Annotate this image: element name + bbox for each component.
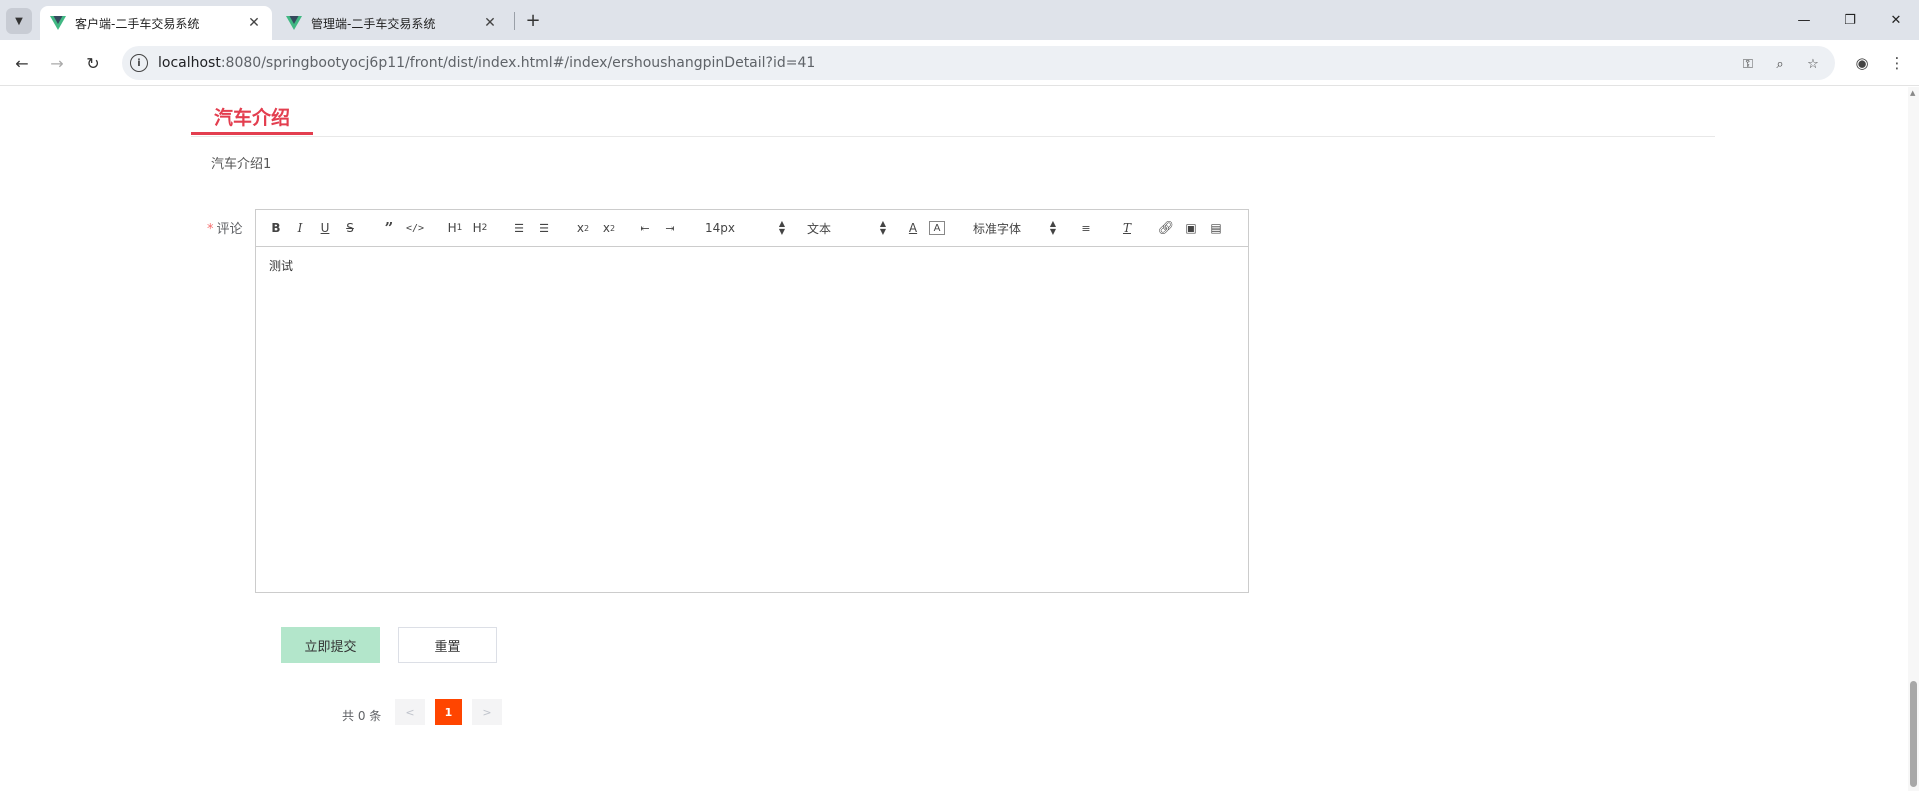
- image-icon[interactable]: ▣: [1183, 219, 1199, 237]
- tab-divider: [514, 12, 515, 30]
- font-size-select[interactable]: 14px ▲ ▼: [705, 219, 785, 237]
- select-caret-icon: ▲ ▼: [879, 219, 886, 236]
- arrow-left-icon: ←: [15, 53, 29, 73]
- tab-search-button[interactable]: ▼: [6, 8, 32, 34]
- italic-icon[interactable]: I: [293, 219, 307, 237]
- editor-content-area[interactable]: 测试: [256, 247, 1248, 284]
- new-tab-button[interactable]: +: [520, 8, 546, 32]
- reload-button[interactable]: ↻: [79, 49, 107, 77]
- page-scrollbar[interactable]: ▲: [1908, 87, 1919, 791]
- submit-button[interactable]: 立即提交: [281, 627, 380, 663]
- required-mark: *: [207, 222, 214, 237]
- bookmark-star-icon[interactable]: ☆: [1803, 54, 1823, 74]
- superscript-icon[interactable]: x2: [600, 219, 618, 237]
- vue-logo-icon: [50, 16, 66, 30]
- minimize-button[interactable]: —: [1781, 0, 1827, 40]
- tab-admin[interactable]: 管理端-二手车交易系统 ✕: [276, 6, 508, 40]
- comment-label-text: 评论: [216, 222, 243, 237]
- align-left-icon[interactable]: ≡: [1078, 219, 1094, 237]
- browser-menu-button[interactable]: ⋮: [1884, 50, 1910, 76]
- pagination-prev-button[interactable]: <: [395, 699, 425, 725]
- video-icon[interactable]: ▤: [1208, 219, 1224, 237]
- heading-select[interactable]: 文本 ▲ ▼: [807, 219, 886, 237]
- bold-icon[interactable]: B: [268, 219, 284, 237]
- pagination-next-button[interactable]: >: [472, 699, 502, 725]
- close-window-button[interactable]: ✕: [1873, 0, 1919, 40]
- comment-label: * 评论: [207, 218, 243, 237]
- close-tab-icon[interactable]: ✕: [480, 13, 500, 33]
- forward-button[interactable]: →: [43, 49, 71, 77]
- profile-button[interactable]: ◉: [1849, 50, 1875, 76]
- background-color-icon[interactable]: A: [929, 221, 945, 235]
- scroll-up-icon[interactable]: ▲: [1910, 89, 1915, 97]
- restore-icon: ❐: [1844, 12, 1856, 28]
- tab-title: 客户端-二手车交易系统: [75, 16, 200, 31]
- rich-text-editor: B I U S ” </> H1 H2 ☰ ☰ x2 x2 ⇤ ⇥ 14px ▲…: [255, 209, 1249, 593]
- browser-tab-bar: ▼ 客户端-二手车交易系统 ✕ 管理端-二手车交易系统 ✕ + — ❐ ✕: [0, 0, 1919, 40]
- car-intro-text: 汽车介绍1: [211, 157, 272, 172]
- zoom-icon[interactable]: ⌕: [1770, 54, 1790, 74]
- select-caret-icon: ▲ ▼: [778, 219, 785, 236]
- clear-format-icon[interactable]: T: [1119, 219, 1135, 237]
- underline-icon[interactable]: U: [318, 219, 332, 237]
- ordered-list-icon[interactable]: ☰: [511, 219, 527, 237]
- back-button[interactable]: ←: [8, 49, 36, 77]
- address-bar[interactable]: i localhost:8080/springbootyocj6p11/fron…: [122, 46, 1835, 80]
- indent-icon[interactable]: ⇥: [662, 219, 678, 237]
- font-family-select[interactable]: 标准字体 ▲ ▼: [973, 219, 1056, 237]
- close-tab-icon[interactable]: ✕: [244, 13, 264, 33]
- section-header: 汽车介绍: [191, 87, 1715, 137]
- pagination-total: 共 0 条: [342, 709, 382, 723]
- section-title[interactable]: 汽车介绍: [191, 103, 313, 135]
- link-icon[interactable]: 🔗︎: [1158, 219, 1175, 237]
- code-block-icon[interactable]: </>: [406, 219, 424, 237]
- browser-toolbar: ← → ↻ i localhost:8080/springbootyocj6p1…: [0, 40, 1919, 86]
- strikethrough-icon[interactable]: S: [343, 219, 357, 237]
- url-text[interactable]: localhost:8080/springbootyocj6p11/front/…: [158, 55, 815, 71]
- reset-button[interactable]: 重置: [398, 627, 497, 663]
- pagination-page-1[interactable]: 1: [435, 699, 462, 725]
- account-icon: ◉: [1855, 54, 1869, 72]
- close-icon: ✕: [1890, 12, 1902, 28]
- outdent-icon[interactable]: ⇤: [637, 219, 653, 237]
- minimize-icon: —: [1797, 12, 1811, 28]
- tab-client[interactable]: 客户端-二手车交易系统 ✕: [40, 6, 272, 40]
- url-path: :8080/springbootyocj6p11/front/dist/inde…: [220, 55, 816, 71]
- more-vertical-icon: ⋮: [1889, 54, 1905, 72]
- blockquote-icon[interactable]: ”: [381, 219, 397, 237]
- tab-title: 管理端-二手车交易系统: [311, 16, 436, 31]
- plus-icon: +: [525, 9, 541, 31]
- chevron-down-icon: ▼: [15, 15, 23, 27]
- editor-toolbar: B I U S ” </> H1 H2 ☰ ☰ x2 x2 ⇤ ⇥ 14px ▲…: [256, 210, 1248, 247]
- heading-1-icon[interactable]: H1: [445, 219, 465, 237]
- site-info-icon[interactable]: i: [130, 54, 148, 72]
- reload-icon: ↻: [86, 53, 100, 73]
- font-family-value: 标准字体: [973, 221, 1022, 236]
- heading-value: 文本: [807, 221, 832, 236]
- page-viewport: 汽车介绍 汽车介绍1 * 评论 B I U S ” </> H1 H2 ☰ ☰ x…: [0, 87, 1919, 791]
- subscript-icon[interactable]: x2: [574, 219, 592, 237]
- select-caret-icon: ▲ ▼: [1049, 219, 1056, 236]
- heading-2-icon[interactable]: H2: [470, 219, 490, 237]
- url-host: localhost: [158, 55, 221, 71]
- bullet-list-icon[interactable]: ☰: [536, 219, 552, 237]
- vue-logo-icon: [286, 16, 302, 30]
- scrollbar-thumb[interactable]: [1910, 681, 1917, 787]
- restore-button[interactable]: ❐: [1827, 0, 1873, 40]
- password-key-icon[interactable]: ⚿: [1738, 54, 1758, 74]
- arrow-right-icon: →: [50, 53, 64, 73]
- font-size-value: 14px: [705, 221, 735, 235]
- font-color-icon[interactable]: A: [905, 219, 921, 237]
